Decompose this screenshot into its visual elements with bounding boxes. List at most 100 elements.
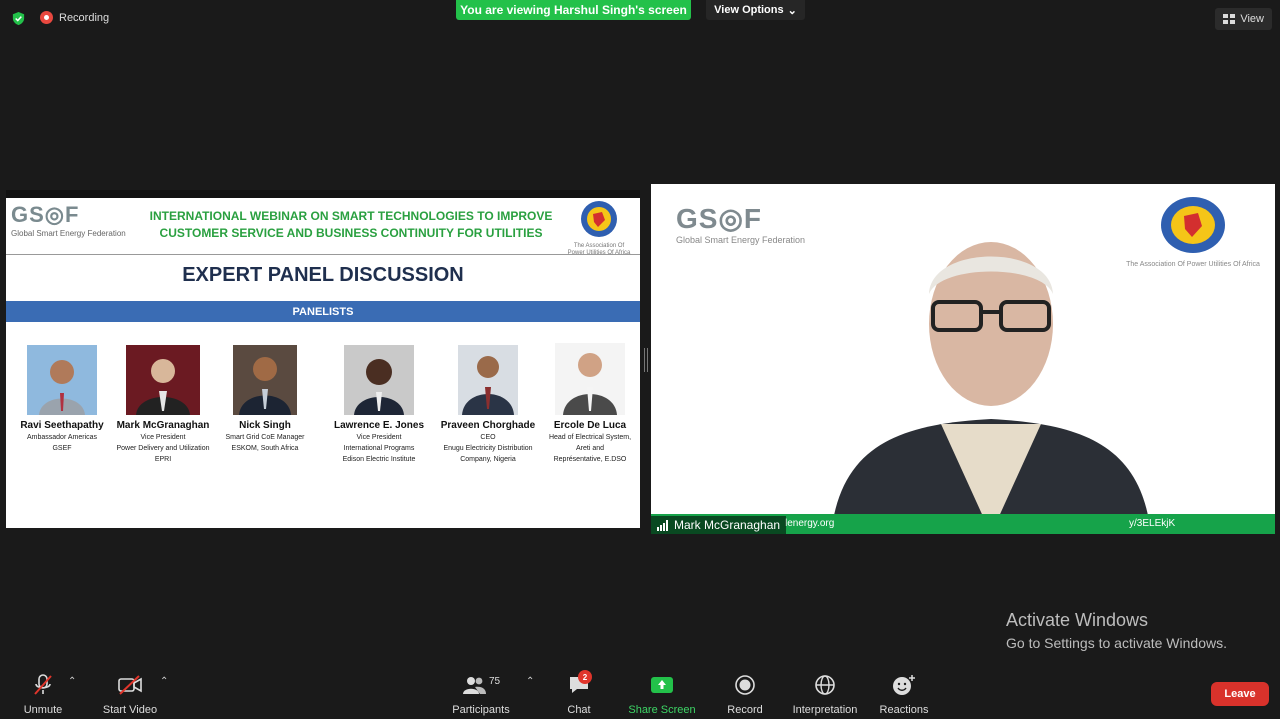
- panelist-card: Mark McGranaghan Vice President Power De…: [110, 345, 216, 464]
- gsef-logo: GS◎F Global Smart Energy Federation: [11, 202, 141, 244]
- webinar-title-line2: CUSTOMER SERVICE AND BUSINESS CONTINUITY…: [159, 226, 543, 240]
- panelist-role: Head of Electrical System,: [548, 434, 632, 441]
- panelist-org: ESKOM, South Africa: [231, 445, 299, 452]
- share-top-band: [6, 190, 640, 198]
- speaker-name: Mark McGranaghan: [674, 518, 781, 532]
- panel-heading: EXPERT PANEL DISCUSSION: [182, 264, 464, 286]
- signal-bars-icon: [657, 519, 668, 531]
- interpretation-label: Interpretation: [792, 704, 858, 716]
- panelists-band: PANELISTS: [6, 301, 640, 322]
- panelist-org: Edison Electric Institute: [342, 456, 416, 463]
- gsef-logo-text: GS◎F: [676, 203, 762, 234]
- gsef-logo: GS◎F Global Smart Energy Federation: [676, 202, 806, 254]
- speaker-person: [831, 242, 1151, 534]
- viewing-banner: You are viewing Harshul Singh's screen: [456, 0, 691, 20]
- audio-options-caret[interactable]: ⌃: [68, 676, 76, 687]
- record-label: Record: [727, 704, 763, 716]
- record-button[interactable]: Record: [724, 672, 766, 716]
- start-video-button[interactable]: Start Video: [100, 672, 160, 716]
- panelist-name: Ravi Seethapathy: [20, 420, 104, 431]
- share-screen-button[interactable]: Share Screen: [626, 672, 698, 716]
- panelist-dept: Areti and: [575, 445, 605, 452]
- band-url-right: y/3ELEkjK: [1129, 518, 1176, 529]
- gsef-logo-text: GS◎F: [11, 202, 80, 227]
- interpretation-button[interactable]: Interpretation: [788, 672, 862, 716]
- activate-windows-watermark: Activate Windows Go to Settings to activ…: [1006, 610, 1227, 651]
- panelist-org: Représentative, E.DSO: [553, 456, 627, 463]
- mic-muted-icon: [34, 674, 52, 695]
- panelist-org: EPRI: [154, 456, 172, 463]
- panelist-photo: [458, 345, 518, 415]
- start-video-label: Start Video: [102, 704, 158, 716]
- panelist-org: Company, Nigeria: [460, 456, 516, 463]
- panelist-dept: Enugu Electricity Distribution: [443, 445, 533, 452]
- view-options-label: View Options: [714, 4, 784, 16]
- panelist-org: GSEF: [52, 445, 72, 452]
- speaker-video[interactable]: GS◎F Global Smart Energy Federation The …: [651, 184, 1275, 534]
- apua-caption-line1: The Association Of: [573, 243, 625, 249]
- gsef-logo-caption: Global Smart Energy Federation: [676, 235, 806, 245]
- emoji-plus-icon: [893, 675, 915, 695]
- panelist-card: Praveen Chorghade CEO Enugu Electricity …: [436, 345, 540, 464]
- panelist-card: Ercole De Luca Head of Electrical System…: [542, 343, 638, 464]
- panelist-photo: [555, 343, 625, 415]
- globe-icon: [815, 675, 835, 695]
- splitter-handle[interactable]: [644, 348, 648, 372]
- panelist-role: Ambassador Americas: [26, 434, 98, 441]
- reactions-button[interactable]: Reactions: [876, 672, 932, 716]
- participants-label: Participants: [452, 704, 510, 716]
- apua-logo: The Association Of Power Utilities Of Af…: [562, 200, 636, 256]
- panelist-photo: [27, 345, 97, 415]
- panelist-role: Smart Grid CoE Manager: [225, 434, 305, 441]
- panelist-role: CEO: [480, 434, 496, 441]
- webinar-title: INTERNATIONAL WEBINAR ON SMART TECHNOLOG…: [146, 208, 556, 242]
- record-icon: [735, 675, 755, 695]
- panelist-card: Lawrence E. Jones Vice President Interna…: [332, 345, 426, 464]
- panelist-name: Praveen Chorghade: [440, 420, 536, 431]
- apua-emblem-icon: [581, 201, 617, 237]
- chat-button[interactable]: 2 Chat: [560, 670, 598, 716]
- panelist-name: Lawrence E. Jones: [333, 420, 425, 431]
- panelist-role: Vice President: [140, 434, 186, 441]
- share-screen-label: Share Screen: [628, 704, 696, 716]
- meeting-toolbar: Unmute ⌃ Start Video ⌃ 75 Participants ⌃: [0, 664, 1280, 719]
- reactions-label: Reactions: [879, 704, 929, 716]
- recording-indicator[interactable]: Recording: [40, 11, 109, 24]
- video-options-caret[interactable]: ⌃: [160, 676, 168, 687]
- view-button[interactable]: View: [1215, 8, 1272, 30]
- grid-icon: [1223, 13, 1236, 24]
- header-divider: [6, 254, 640, 255]
- participants-count: 75: [488, 675, 501, 687]
- recording-label: Recording: [59, 11, 110, 24]
- panelist-role: Vice President: [356, 434, 402, 441]
- activate-title: Activate Windows: [1006, 610, 1149, 630]
- panelist-photo: [126, 345, 200, 415]
- speaker-name-tag: Mark McGranaghan: [651, 516, 787, 534]
- participants-icon: [462, 677, 486, 694]
- band-url-left: lenergy.org: [785, 518, 835, 529]
- participants-button[interactable]: 75 Participants: [450, 672, 512, 717]
- chevron-down-icon: ⌄: [787, 4, 797, 17]
- activate-subtitle: Go to Settings to activate Windows.: [1006, 635, 1227, 651]
- panelist-name: Ercole De Luca: [553, 420, 627, 431]
- view-label: View: [1240, 13, 1264, 25]
- webinar-title-line1: INTERNATIONAL WEBINAR ON SMART TECHNOLOG…: [149, 209, 553, 223]
- shared-screen: GS◎F Global Smart Energy Federation INTE…: [6, 190, 640, 528]
- panelist-dept: Power Delivery and Utilization: [116, 445, 210, 452]
- participants-options-caret[interactable]: ⌃: [526, 676, 534, 687]
- panelist-dept: International Programs: [343, 445, 415, 452]
- panelist-name: Nick Singh: [239, 420, 291, 431]
- panelist-name: Mark McGranaghan: [116, 420, 210, 431]
- panelist-card: Ravi Seethapathy Ambassador Americas GSE…: [16, 345, 108, 453]
- share-screen-icon: [651, 677, 673, 693]
- view-options-button[interactable]: View Options ⌄: [706, 0, 805, 20]
- video-off-icon: [118, 675, 142, 695]
- top-bar: Recording You are viewing Harshul Singh'…: [0, 0, 1280, 36]
- shield-icon[interactable]: [11, 11, 26, 26]
- gsef-logo-caption: Global Smart Energy Federation: [11, 229, 126, 238]
- recording-icon: [40, 11, 53, 24]
- unmute-button[interactable]: Unmute: [16, 672, 70, 716]
- panelist-photo: [233, 345, 297, 415]
- apua-emblem-icon: [1161, 197, 1225, 253]
- leave-button[interactable]: Leave: [1211, 682, 1269, 706]
